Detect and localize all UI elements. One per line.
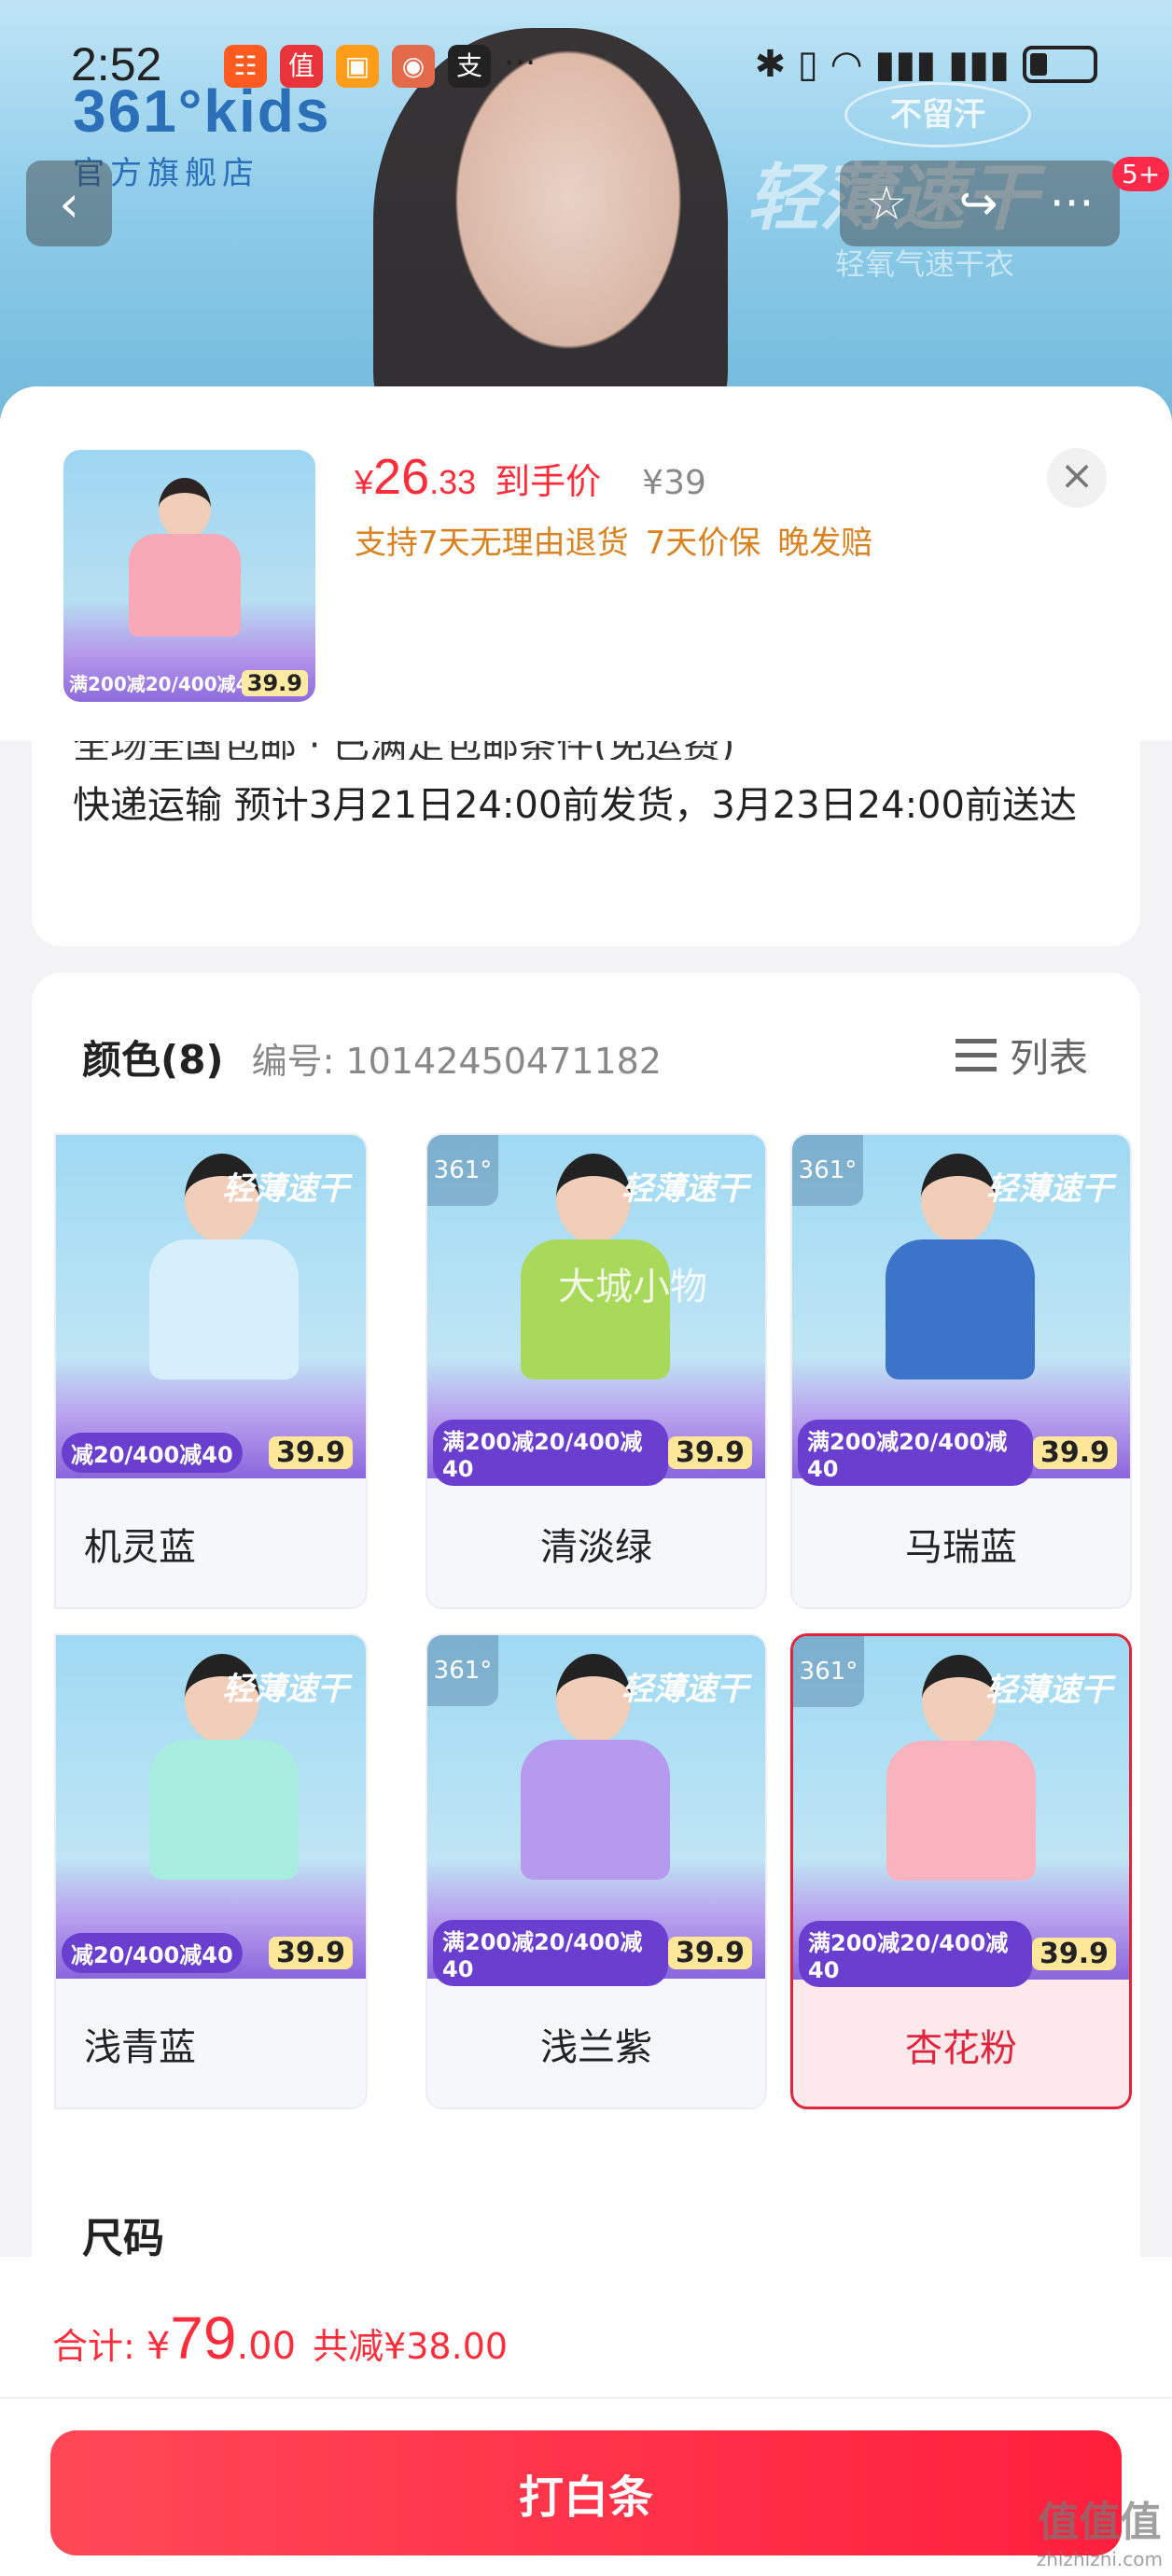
promise-item: 晚发赔 — [777, 525, 873, 562]
brand-slogan: 轻薄速干 — [985, 1672, 1112, 1709]
list-icon — [955, 1037, 997, 1074]
color-option[interactable]: 361° 轻薄速干满200减20/400减40 39.9 浅兰紫 — [426, 1633, 767, 2109]
size-title: 尺码 — [82, 2215, 164, 2262]
image-watermark: 大城小物 — [558, 1266, 707, 1309]
brand-corner: 361° — [793, 1636, 864, 1707]
list-view-toggle[interactable]: 列表 — [955, 1027, 1088, 1084]
total-line: 合计: ¥ 79 .00 共减¥38.00 — [52, 2304, 509, 2372]
color-option[interactable]: 轻薄速干减20/400减40 39.9 浅青蓝 — [54, 1633, 368, 2109]
notification-icons: ☷ 值 ▣ ◉ 支 ··· — [224, 45, 536, 88]
promo-strip: 满200减20/400减40 39.9 — [427, 1419, 765, 1486]
color-grid: 轻薄速干 减20/400减40 39.9 机灵蓝 361° 轻薄速干 满200减20/400… — [54, 1133, 1132, 2122]
brand-corner: 361° — [427, 1135, 498, 1206]
sheet-header: 满200减20/400减40 39.9 ¥26.33 到手价 ¥39 支持7天无… — [0, 386, 1172, 741]
app-icon: 支 — [448, 45, 491, 88]
divider — [0, 2397, 1172, 2399]
color-option-label: 清淡绿 — [540, 1526, 652, 1569]
thumb-promo: 满200减20/400减40 — [69, 673, 262, 695]
color-option-label: 浅青蓝 — [84, 2026, 196, 2069]
color-title: 颜色(8) — [82, 1037, 224, 1083]
total-amount: 79 — [170, 2304, 237, 2372]
promo-strip: 满200减20/400减40 39.9 — [792, 1419, 1130, 1486]
brand-slogan: 轻薄速干 — [986, 1170, 1113, 1208]
back-button[interactable]: ‹ — [26, 161, 112, 246]
shipping-card: 全场全国包邮 · 已满足包邮条件(免运费) 快递运输 预计3月21日24:00前… — [32, 741, 1140, 946]
shipping-cut-text: 全场全国包邮 · 已满足包邮条件(免运费) — [73, 741, 1006, 760]
clock: 2:52 — [71, 38, 162, 91]
sku-card: 颜色(8) 编号: 10142450471182 列表 轻薄速干减20/400减… — [32, 973, 1140, 2279]
battery-icon — [1023, 46, 1097, 83]
total-label: 合计: — [52, 2326, 135, 2367]
sku-sheet: 满200减20/400减40 39.9 ¥26.33 到手价 ¥39 支持7天无… — [0, 386, 1172, 2576]
color-option-image: 361° 轻薄速干满200减20/400减40 39.9 — [427, 1635, 765, 1986]
color-option-image: 轻薄速干减20/400减40 39.9 — [56, 1635, 366, 1979]
app-icon: ☷ — [224, 45, 267, 88]
product-thumbnail[interactable]: 满200减20/400减40 39.9 — [63, 450, 315, 702]
promise-item: 7天价保 — [645, 525, 761, 562]
shipping-estimate: 快递运输 预计3月21日24:00前发货，3月23日24:00前送达 — [73, 784, 1077, 827]
share-icon[interactable]: ↪ — [959, 176, 998, 231]
brand-slogan: 轻薄速干 — [222, 1671, 349, 1708]
color-option-label: 马瑞蓝 — [905, 1526, 1017, 1569]
system-indicators: ✱ ▯ ◠ ▮▮▮ ▮▮▮ — [755, 43, 1097, 86]
list-label: 列表 — [1009, 1035, 1088, 1081]
brand-slogan: 轻薄速干 — [621, 1671, 748, 1708]
savings-text: 共减¥38.00 — [313, 2326, 509, 2367]
color-option[interactable]: 轻薄速干减20/400减40 39.9 机灵蓝 — [54, 1133, 368, 1609]
status-bar: 2:52 ☷ 值 ▣ ◉ 支 ··· ✱ ▯ ◠ ▮▮▮ ▮▮▮ — [0, 0, 1172, 131]
promo-strip: 减20/400减40 39.9 — [56, 1926, 366, 1979]
app-icon: 值 — [280, 45, 323, 88]
promo-strip: 满200减20/400减40 39.9 — [793, 1920, 1129, 1987]
star-icon[interactable]: ☆ — [866, 176, 908, 231]
original-price: ¥39 — [642, 464, 706, 502]
notification-badge: 5+ — [1112, 157, 1170, 191]
pay-button[interactable]: 打白条 — [50, 2430, 1122, 2555]
more-notifications-icon: ··· — [504, 44, 537, 82]
color-option-label: 机灵蓝 — [84, 1526, 196, 1569]
color-header: 颜色(8) 编号: 10142450471182 — [82, 1029, 662, 1085]
thumb-price: 39.9 — [241, 670, 308, 696]
promo-strip: 减20/400减40 39.9 — [56, 1426, 366, 1478]
checkout-footer: 合计: ¥ 79 .00 共减¥38.00 打白条 值值值 zhizhizhi.… — [0, 2257, 1172, 2576]
color-option-image: 361° 轻薄速干满200减20/400减40 39.9 — [792, 1135, 1130, 1486]
color-option-label: 杏花粉 — [905, 2027, 1017, 2070]
app-icon: ◉ — [392, 45, 435, 88]
app-icon: ▣ — [336, 45, 379, 88]
brand-slogan: 轻薄速干 — [222, 1170, 349, 1208]
hero-subline: 轻氧气速干衣 — [835, 246, 1015, 282]
brand-corner: 361° — [792, 1135, 863, 1206]
service-promises: 支持7天无理由退货 7天价保 晚发赔 — [355, 517, 872, 563]
site-watermark: 值值值 zhizhizhi.com — [1036, 2499, 1163, 2570]
top-actions: ☆ ↪ ··· — [840, 161, 1120, 246]
color-option[interactable]: 361° 轻薄速干满200减20/400减40 39.9 清淡绿 — [426, 1133, 767, 1609]
color-option-label: 浅兰紫 — [540, 2026, 652, 2069]
color-option-image: 361° 轻薄速干满200减20/400减40 39.9 — [793, 1636, 1129, 1987]
promise-item: 支持7天无理由退货 — [355, 525, 629, 562]
item-number: 编号: 10142450471182 — [251, 1041, 662, 1082]
brand-corner: 361° — [427, 1635, 498, 1706]
price-line: ¥26.33 到手价 ¥39 — [355, 448, 706, 506]
color-option[interactable]: 361° 轻薄速干满200减20/400减40 39.9 杏花粉 — [790, 1633, 1132, 2109]
close-button[interactable]: × — [1047, 448, 1107, 508]
more-icon[interactable]: ··· — [1050, 176, 1095, 231]
brand-slogan: 轻薄速干 — [621, 1170, 748, 1208]
color-option-image: 轻薄速干减20/400减40 39.9 — [56, 1135, 366, 1478]
promo-strip: 满200减20/400减40 39.9 — [427, 1919, 765, 1986]
color-option[interactable]: 361° 轻薄速干满200减20/400减40 39.9 马瑞蓝 — [790, 1133, 1132, 1609]
signal-icons: ✱ ▯ ◠ ▮▮▮ ▮▮▮ — [754, 43, 1010, 86]
final-price: ¥26.33 — [355, 449, 477, 505]
final-price-label: 到手价 — [495, 461, 602, 502]
chevron-left-icon: ‹ — [59, 174, 79, 233]
